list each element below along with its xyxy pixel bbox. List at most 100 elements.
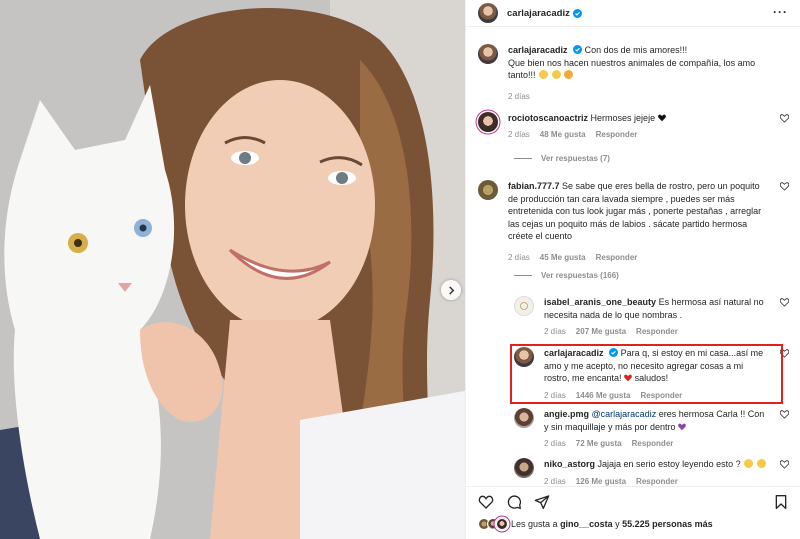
reply-text-line: y sin maquillaje y más por dentro <box>544 421 676 432</box>
author-username[interactable]: carlajaracadiz <box>507 8 570 19</box>
grinning-squinting-face-icon <box>744 459 754 468</box>
reply-button[interactable]: Responder <box>641 390 683 403</box>
comment-fabian-777-7: fabian.777.7 Se sabe que eres bella de r… <box>478 180 789 264</box>
black-heart-icon <box>657 114 666 122</box>
post-header: carlajaracadiz ··· <box>466 0 800 27</box>
author-avatar[interactable] <box>478 44 498 64</box>
like-heart-icon[interactable] <box>780 182 789 191</box>
next-photo-button[interactable] <box>441 280 461 300</box>
purple-heart-icon <box>678 423 686 430</box>
reply-likes[interactable]: 72 Me gusta <box>576 438 622 451</box>
verified-badge-icon <box>573 45 583 54</box>
smiling-cat-with-heart-eyes-icon <box>564 70 574 79</box>
reply-username[interactable]: carlajaracadiz <box>544 348 604 358</box>
comment-age: 2 días <box>508 129 530 139</box>
likes-connector: y <box>615 519 620 529</box>
reply-button[interactable]: Responder <box>636 476 678 487</box>
first-liker-username[interactable]: gino__costa <box>560 519 613 529</box>
comments-pane: carlajaracadiz ··· carlajaracadiz Con do… <box>465 0 800 539</box>
like-heart-icon[interactable] <box>780 114 789 123</box>
reply-text-line: necesita nada de lo que nombras . <box>544 309 683 320</box>
commenter-avatar[interactable] <box>514 296 534 316</box>
comment-text-line: las cejas un poquito más de labios . sác… <box>508 218 748 229</box>
reply-isabel-aranis-one-beauty: isabel_aranis_one_beauty Es hermosa así … <box>514 296 789 339</box>
reply-text-line: rostro, me encanta! <box>544 373 622 383</box>
verified-badge-icon <box>572 8 582 18</box>
chevron-right-icon <box>448 285 454 295</box>
mention-link[interactable]: @carlajaracadiz <box>592 409 657 419</box>
comment-rociotoscanoactriz: rociotoscanoactriz Hermoses jejeje 2 día… <box>478 112 789 141</box>
comment-username[interactable]: rociotoscanoactriz <box>508 113 588 123</box>
reply-username[interactable]: niko_astorg <box>544 459 595 469</box>
reply-likes[interactable]: 126 Me gusta <box>576 476 626 487</box>
beauty-logo-icon <box>520 302 528 310</box>
commenter-avatar[interactable] <box>478 112 498 132</box>
comment-text: Hermoses jejeje <box>590 113 656 123</box>
reply-username[interactable]: angie.pmg <box>544 409 589 419</box>
likes-summary[interactable]: Les gusta a gino__costa y 55.225 persona… <box>478 518 713 530</box>
like-heart-icon[interactable] <box>780 298 789 307</box>
view-replies-button[interactable]: Ver respuestas (7) <box>514 154 610 163</box>
more-options-icon[interactable]: ··· <box>773 6 788 18</box>
reply-age: 2 días <box>544 327 566 336</box>
comment-likes[interactable]: 45 Me gusta <box>540 252 586 265</box>
reply-carlajaracadiz: carlajaracadiz Para q, si estoy en mi ca… <box>514 347 789 402</box>
divider-line <box>514 158 532 159</box>
reply-text-line: Jajaja en serio estoy leyendo esto ? <box>597 459 741 469</box>
comment-username[interactable]: fabian.777.7 <box>508 181 560 191</box>
save-bookmark-icon[interactable] <box>773 494 789 510</box>
verified-badge-icon <box>609 348 619 357</box>
comment-bubble-icon[interactable] <box>506 494 522 510</box>
reply-text-line: amo y me acepto, no necesito agregar cos… <box>544 360 744 371</box>
comment-likes[interactable]: 48 Me gusta <box>540 129 586 142</box>
reply-username[interactable]: isabel_aranis_one_beauty <box>544 297 656 307</box>
comment-text-line: entretenida con tus look jugar más , pon… <box>508 206 762 216</box>
like-heart-icon[interactable] <box>780 460 789 469</box>
like-heart-icon[interactable] <box>478 494 494 510</box>
reply-text-line: Es hermosa así natural no <box>658 297 764 307</box>
comment-text-line: Se sabe que eres bella de rostro, pero u… <box>562 181 760 191</box>
commenter-avatar[interactable] <box>514 458 534 478</box>
view-replies-label: Ver respuestas (7) <box>541 154 610 163</box>
caption-age: 2 días <box>508 91 530 101</box>
commenter-avatar[interactable] <box>514 347 534 367</box>
reply-niko-astorg: niko_astorg Jajaja en serio estoy leyend… <box>514 458 789 486</box>
reply-button[interactable]: Responder <box>596 252 638 265</box>
reply-age: 2 días <box>544 390 566 400</box>
like-heart-icon[interactable] <box>780 410 789 419</box>
post-photo <box>0 0 465 539</box>
likes-prefix: Les gusta a <box>511 519 558 529</box>
reply-button[interactable]: Responder <box>636 326 678 339</box>
share-send-icon[interactable] <box>534 494 550 510</box>
commenter-avatar[interactable] <box>478 180 498 200</box>
post-viewer: carlajaracadiz ··· carlajaracadiz Con do… <box>0 0 800 539</box>
reply-likes[interactable]: 207 Me gusta <box>576 326 626 339</box>
caption-text-2: Que bien nos hacen nuestros animales de … <box>508 57 756 68</box>
author-avatar[interactable] <box>478 3 498 23</box>
comment-age: 2 días <box>508 252 530 262</box>
post-actions-bar <box>466 486 800 516</box>
smiling-face-with-hearts-icon <box>539 70 549 79</box>
view-replies-label: Ver respuestas (166) <box>541 271 619 280</box>
liker-avatars <box>478 518 508 530</box>
divider-line <box>514 275 532 276</box>
reply-likes[interactable]: 1446 Me gusta <box>576 390 631 403</box>
reply-button[interactable]: Responder <box>596 129 638 142</box>
reply-text-line: eres hermosa Carla !! Con <box>658 409 765 419</box>
like-heart-icon[interactable] <box>780 349 789 358</box>
caption-text-3: tanto!!! <box>508 70 536 80</box>
reply-age: 2 días <box>544 439 566 448</box>
reply-text-line: Para q, si estoy en mi casa...así me <box>620 348 764 358</box>
comment-text-line: de producción tan cara lavada siempre , … <box>508 193 735 204</box>
view-replies-button[interactable]: Ver respuestas (166) <box>514 271 619 280</box>
commenter-avatar[interactable] <box>514 408 534 428</box>
comment-thread: carlajaracadiz Con dos de mis amores!!! … <box>466 28 800 486</box>
reply-angie-pmg: angie.pmg @carlajaracadiz eres hermosa C… <box>514 408 789 451</box>
post-caption: carlajaracadiz Con dos de mis amores!!! … <box>478 44 789 103</box>
caption-username[interactable]: carlajaracadiz <box>508 45 568 55</box>
caption-text-1: Con dos de mis amores!!! <box>584 45 688 55</box>
reply-button[interactable]: Responder <box>632 438 674 451</box>
likes-count[interactable]: 55.225 personas más <box>622 519 713 529</box>
smiling-face-with-hearts-icon <box>551 70 561 79</box>
reply-text-line: saludos! <box>634 373 669 383</box>
